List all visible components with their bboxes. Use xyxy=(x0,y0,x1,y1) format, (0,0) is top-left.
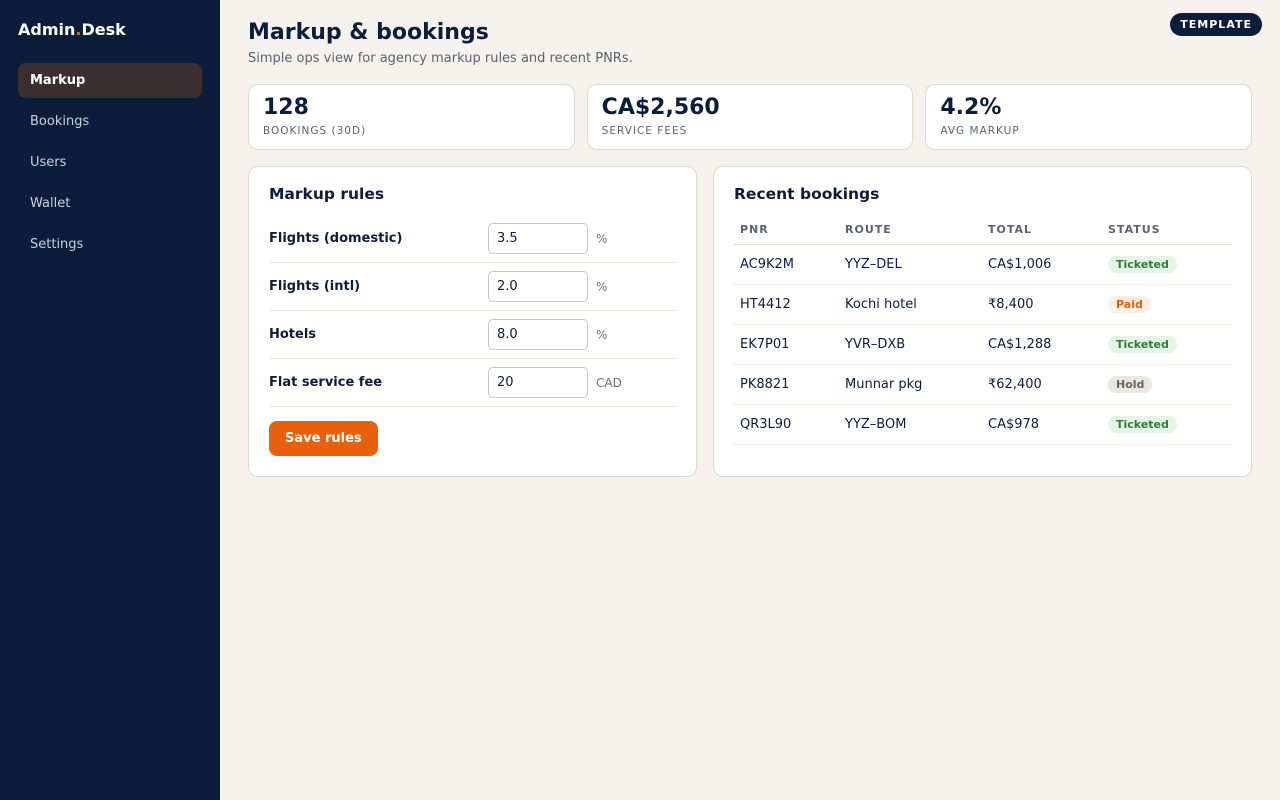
page-title: Markup & bookings xyxy=(248,20,489,45)
route-cell: Munnar pkg xyxy=(839,364,982,405)
status-badge: Hold xyxy=(1108,376,1153,393)
main-content: Markup & bookings Simple ops view for ag… xyxy=(248,20,1253,477)
total-cell: CA$978 xyxy=(982,404,1102,445)
hotels-input[interactable] xyxy=(488,319,588,350)
stat-card-service-fees: CA$2,560 SERVICE FEES xyxy=(586,84,914,150)
rule-row-hotels: Hotels % xyxy=(269,311,676,359)
table-row[interactable]: HT4412 Kochi hotel ₹8,400 Paid xyxy=(734,284,1231,325)
rule-unit: CAD xyxy=(596,375,622,390)
stat-card-avg-markup: 4.2% AVG MARKUP xyxy=(925,84,1253,150)
table-row[interactable]: EK7P01 YVR–DXB CA$1,288 Ticketed xyxy=(734,324,1231,365)
flights-domestic-input[interactable] xyxy=(488,223,588,254)
total-cell: ₹8,400 xyxy=(982,284,1102,325)
brand-name-part2: Desk xyxy=(81,20,126,39)
pnr-cell: HT4412 xyxy=(734,284,839,325)
total-cell: ₹62,400 xyxy=(982,364,1102,405)
stat-label: AVG MARKUP xyxy=(940,125,1020,137)
rule-row-flights-intl: Flights (intl) % xyxy=(269,263,676,311)
stat-value: 128 xyxy=(263,95,309,120)
status-badge: Ticketed xyxy=(1108,416,1177,433)
stat-card-bookings: 128 BOOKINGS (30D) xyxy=(248,84,575,150)
markup-rules-title: Markup rules xyxy=(269,185,385,203)
stat-value: 4.2% xyxy=(940,95,1002,120)
status-cell: Paid xyxy=(1102,284,1231,325)
rule-unit: % xyxy=(596,279,608,294)
page-subtitle: Simple ops view for agency markup rules … xyxy=(248,51,633,66)
sidebar-item-users[interactable]: Users xyxy=(18,145,202,180)
pnr-cell: EK7P01 xyxy=(734,324,839,365)
sidebar-item-settings[interactable]: Settings xyxy=(18,227,202,262)
bookings-table: PNR ROUTE TOTAL STATUS AC9K2M YYZ–DEL CA… xyxy=(734,215,1231,445)
brand-logo: Admin.Desk xyxy=(18,20,202,39)
sidebar: Admin.Desk Markup Bookings Users Wallet … xyxy=(0,0,220,800)
table-row[interactable]: AC9K2M YYZ–DEL CA$1,006 Ticketed xyxy=(734,244,1231,285)
column-header-total: TOTAL xyxy=(982,215,1102,245)
route-cell: Kochi hotel xyxy=(839,284,982,325)
sidebar-item-bookings[interactable]: Bookings xyxy=(18,104,202,139)
column-header-pnr: PNR xyxy=(734,215,839,245)
sidebar-nav: Markup Bookings Users Wallet Settings xyxy=(18,63,202,262)
brand-name-part1: Admin xyxy=(18,20,76,39)
table-row[interactable]: PK8821 Munnar pkg ₹62,400 Hold xyxy=(734,364,1231,405)
table-header-row: PNR ROUTE TOTAL STATUS xyxy=(734,215,1231,245)
rule-unit: % xyxy=(596,327,608,342)
rule-row-flat-service-fee: Flat service fee CAD xyxy=(269,359,676,407)
save-rules-button[interactable]: Save rules xyxy=(269,421,378,456)
panels-row: Markup rules Flights (domestic) % Flight… xyxy=(248,166,1252,477)
table-row[interactable]: QR3L90 YYZ–BOM CA$978 Ticketed xyxy=(734,404,1231,445)
rule-row-flights-domestic: Flights (domestic) % xyxy=(269,215,676,263)
column-header-route: ROUTE xyxy=(839,215,982,245)
status-cell: Hold xyxy=(1102,364,1231,405)
stat-label: BOOKINGS (30D) xyxy=(263,125,367,137)
status-cell: Ticketed xyxy=(1102,404,1231,445)
sidebar-item-wallet[interactable]: Wallet xyxy=(18,186,202,221)
status-cell: Ticketed xyxy=(1102,244,1231,285)
recent-bookings-panel: Recent bookings PNR ROUTE TOTAL STATUS A… xyxy=(713,166,1252,477)
stat-value: CA$2,560 xyxy=(601,95,720,120)
sidebar-item-markup[interactable]: Markup xyxy=(18,63,202,98)
flat-service-fee-input[interactable] xyxy=(488,367,588,398)
route-cell: YYZ–BOM xyxy=(839,404,982,445)
route-cell: YYZ–DEL xyxy=(839,244,982,285)
status-badge: Ticketed xyxy=(1108,256,1177,273)
rule-label: Flights (domestic) xyxy=(269,231,403,246)
column-header-status: STATUS xyxy=(1102,215,1231,245)
recent-bookings-title: Recent bookings xyxy=(734,185,880,203)
total-cell: CA$1,006 xyxy=(982,244,1102,285)
flights-intl-input[interactable] xyxy=(488,271,588,302)
route-cell: YVR–DXB xyxy=(839,324,982,365)
rule-unit: % xyxy=(596,231,608,246)
rule-label: Flights (intl) xyxy=(269,279,361,294)
pnr-cell: PK8821 xyxy=(734,364,839,405)
status-badge: Paid xyxy=(1108,296,1151,313)
stat-label: SERVICE FEES xyxy=(601,125,688,137)
pnr-cell: AC9K2M xyxy=(734,244,839,285)
status-badge: Ticketed xyxy=(1108,336,1177,353)
status-cell: Ticketed xyxy=(1102,324,1231,365)
rule-label: Flat service fee xyxy=(269,375,383,390)
pnr-cell: QR3L90 xyxy=(734,404,839,445)
total-cell: CA$1,288 xyxy=(982,324,1102,365)
rule-label: Hotels xyxy=(269,327,317,342)
stats-row: 128 BOOKINGS (30D) CA$2,560 SERVICE FEES… xyxy=(248,84,1253,150)
markup-rules-panel: Markup rules Flights (domestic) % Flight… xyxy=(248,166,697,477)
